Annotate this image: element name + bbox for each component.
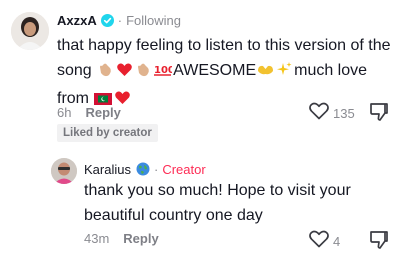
comment-text: thank you so much! Hope to visit your be… [84, 182, 351, 224]
like-button[interactable]: 135 [309, 102, 355, 125]
sparkles-emoji-icon [276, 61, 293, 86]
verified-badge-icon [100, 13, 114, 27]
creator-label: Creator [162, 161, 206, 177]
separator-dot: · [117, 12, 123, 28]
separator-dot: · [153, 161, 159, 177]
avatar[interactable] [11, 12, 49, 50]
globe-icon [136, 162, 150, 176]
like-count: 135 [333, 106, 355, 121]
dislike-icon [369, 231, 389, 254]
comment-text-part: AWESOME [173, 62, 257, 79]
heart-emoji-icon [116, 61, 133, 86]
reply-button[interactable]: Reply [85, 105, 120, 120]
clap-emoji-icon [135, 61, 152, 86]
like-count: 4 [333, 234, 341, 249]
comment-time: 6h [57, 105, 72, 120]
following-status: Following [126, 12, 182, 28]
avatar[interactable] [51, 158, 77, 184]
username[interactable]: Karalius [84, 162, 131, 177]
comment-item: AxzxA · Following that happy feeling to … [0, 0, 400, 148]
reply-button[interactable]: Reply [123, 231, 158, 246]
reply-item: Karalius · Creator thank you so much! Ho… [0, 148, 400, 258]
clap-emoji-icon [97, 61, 114, 86]
username[interactable]: AxzxA [57, 13, 97, 28]
dislike-icon [369, 103, 389, 126]
comment-meta: 43m Reply [84, 231, 159, 246]
like-button[interactable]: 4 [309, 230, 340, 253]
comment-meta: 6h Reply [57, 105, 121, 120]
comment-time: 43m [84, 231, 110, 246]
liked-by-creator-badge: Liked by creator [57, 124, 158, 142]
dislike-button[interactable] [369, 102, 389, 127]
heart-outline-icon [309, 102, 329, 125]
comment-header: AxzxA · Following [57, 11, 181, 29]
heart-hands-emoji-icon [257, 61, 274, 86]
comment-header: Karalius · Creator [84, 160, 206, 178]
dislike-button[interactable] [369, 230, 389, 255]
hundred-emoji-icon: 100 [154, 61, 175, 86]
heart-outline-icon [309, 230, 329, 253]
